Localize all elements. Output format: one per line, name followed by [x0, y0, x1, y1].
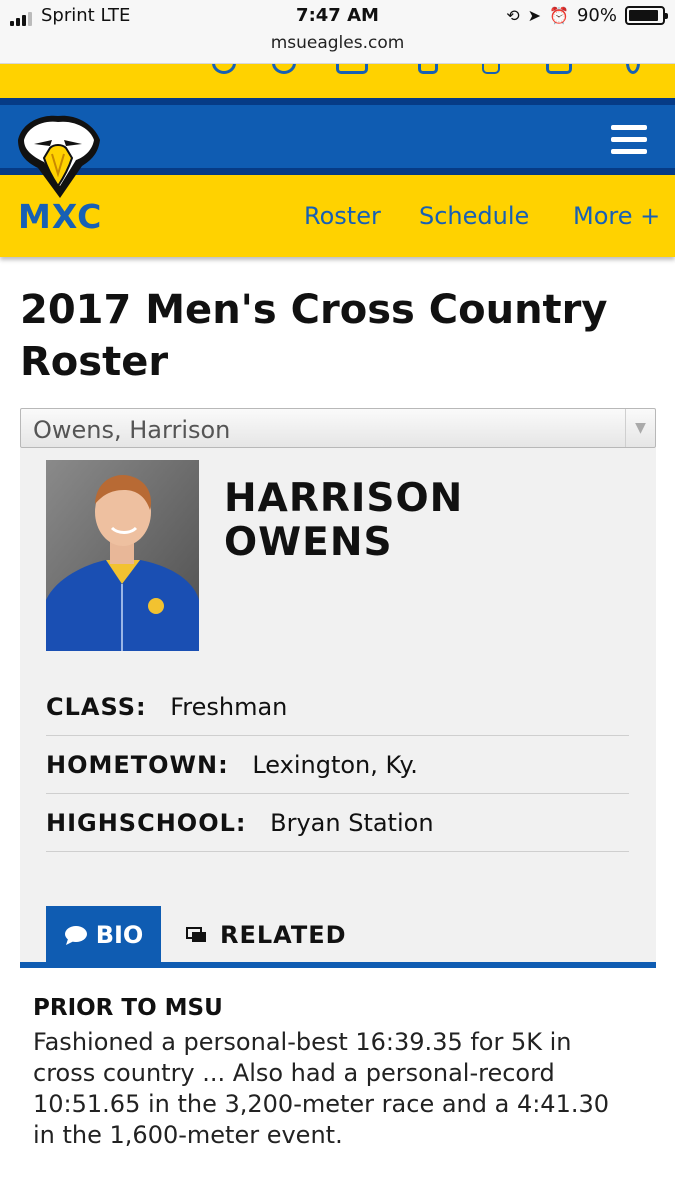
info-row-highschool: HIGHSCHOOL: Bryan Station: [46, 794, 629, 852]
sport-label[interactable]: MXC: [18, 197, 102, 236]
nav-schedule[interactable]: Schedule: [419, 202, 529, 230]
social-icon[interactable]: [482, 64, 500, 74]
battery-percent: 90%: [576, 5, 617, 26]
instagram-icon[interactable]: [336, 64, 368, 74]
location-icon: ➤: [527, 6, 542, 25]
nav-roster[interactable]: Roster: [304, 202, 381, 230]
social-icon[interactable]: [272, 64, 296, 74]
social-links-strip: [0, 64, 675, 98]
gallery-icon: [186, 927, 206, 942]
chevron-down-icon[interactable]: ▼: [625, 409, 655, 447]
info-label: HOMETOWN:: [46, 751, 229, 779]
battery-icon: [625, 6, 668, 25]
bio-text: Fashioned a personal-best 16:39.35 for 5…: [33, 1028, 610, 1149]
tab-label: RELATED: [220, 921, 347, 949]
hamburger-menu-icon[interactable]: [611, 125, 647, 157]
page-title: 2017 Men's Cross Country Roster: [20, 287, 608, 385]
select-value: Owens, Harrison: [33, 416, 231, 444]
speech-bubble-icon: [64, 926, 87, 945]
info-row-hometown: HOMETOWN: Lexington, Ky.: [46, 736, 629, 794]
status-bar: Sprint LTE 7:47 AM msueagles.com ⟲ ➤ ⏰ 9…: [0, 0, 675, 64]
info-value: Lexington, Ky.: [252, 751, 418, 779]
player-photo: [46, 460, 199, 651]
tab-bio[interactable]: BIO: [46, 906, 161, 964]
bio-heading: PRIOR TO MSU: [33, 995, 223, 1021]
player-name: HARRISON OWENS: [224, 476, 464, 565]
rotation-lock-icon: ⟲: [506, 6, 520, 25]
social-icon[interactable]: [212, 64, 236, 74]
social-icon[interactable]: [626, 64, 640, 74]
info-row-class: CLASS: Freshman: [46, 678, 629, 736]
info-value: Freshman: [170, 693, 288, 721]
roster-player-select[interactable]: Owens, Harrison ▼: [20, 408, 656, 448]
social-icon[interactable]: [418, 64, 438, 74]
tab-related[interactable]: RELATED: [186, 906, 347, 964]
url-bar[interactable]: msueagles.com: [0, 33, 675, 53]
tab-label: BIO: [95, 921, 144, 949]
info-label: CLASS:: [46, 693, 147, 721]
eagle-logo-icon[interactable]: [12, 110, 104, 202]
info-label: HIGHSCHOOL:: [46, 809, 247, 837]
alarm-icon: ⏰: [549, 6, 569, 25]
info-value: Bryan Station: [270, 809, 434, 837]
social-icon[interactable]: [546, 64, 572, 74]
nav-more[interactable]: More +: [573, 202, 660, 230]
